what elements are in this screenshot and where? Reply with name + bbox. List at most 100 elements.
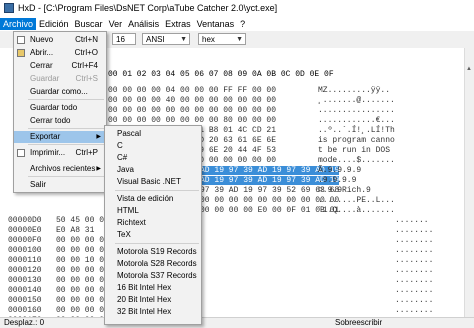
hex-row-bytes[interactable]: 00 00 00 00 00 00 00 00 80 00 00 00: [108, 116, 276, 125]
hex-row-offset: 00000D0: [8, 216, 42, 225]
menu-item-guardar[interactable]: Guardar Ctrl+S: [14, 73, 106, 85]
hex-row[interactable]: 0000110 00 00 10 00........: [0, 256, 465, 266]
hex-row[interactable]: 00000F0 00 00 00 00........: [0, 236, 465, 246]
menu-item-nuevo[interactable]: Nuevo Ctrl+N: [14, 34, 106, 46]
hex-row-bytes[interactable]: E0 A8 31: [56, 226, 94, 235]
hex-row-text[interactable]: ........: [395, 286, 433, 295]
menu-item-salir[interactable]: Salir: [14, 179, 106, 191]
hex-row-text[interactable]: MZ.........ÿÿ..: [318, 86, 390, 95]
hex-row-bytes[interactable]: 00 00 00 00 40 00 00 00 00 00 00 00: [108, 96, 276, 105]
hex-row-text[interactable]: ¸.......@.......: [318, 96, 395, 105]
hex-row-text[interactable]: ........: [395, 226, 433, 235]
hex-row-text[interactable]: ........: [395, 256, 433, 265]
hex-row-text[interactable]: ........: [395, 266, 433, 275]
hex-row-text[interactable]: ........: [395, 276, 433, 285]
hex-row-bytes[interactable]: 00 00 00 00: [56, 306, 109, 315]
hex-row[interactable]: 0000130 00 00 00 00........: [0, 276, 465, 286]
export-menu-item-label: Motorola S19 Records: [117, 247, 197, 256]
hex-row-text[interactable]: ........: [395, 236, 433, 245]
export-menu-item[interactable]: C: [105, 140, 201, 152]
export-menu-item[interactable]: Richtext: [105, 217, 201, 229]
export-menu-item[interactable]: Visual Basic .NET: [105, 176, 201, 188]
menu-item-label: Imprimir...: [30, 148, 66, 157]
hex-row[interactable]: 00000E0 E0 A8 31........: [0, 226, 465, 236]
offset-base-select[interactable]: hex ▼: [198, 33, 246, 45]
menu-item-label: Cerrar: [30, 61, 53, 70]
hex-row-bytes[interactable]: 00 00 10 00: [56, 256, 109, 265]
menu-item-label: Cerrar todo: [30, 116, 71, 125]
hex-row[interactable]: 0000150 00 00 00 00........: [0, 296, 465, 306]
hex-row[interactable]: 0000160 00 00 00 00........: [0, 306, 465, 316]
hex-row-text[interactable]: ............€...: [318, 116, 395, 125]
menu-item-guardar-como[interactable]: Guardar como...: [14, 86, 106, 98]
hex-row-text[interactable]: ........PE..L...: [318, 196, 395, 205]
menu-item-label: Exportar: [30, 132, 61, 141]
hex-row-text[interactable]: ........: [395, 246, 433, 255]
menu-item-archivos-recientes[interactable]: Archivos recientes ▶: [14, 163, 106, 175]
export-menu-item[interactable]: Motorola S37 Records: [105, 270, 201, 282]
bytes-per-row-select[interactable]: 16: [112, 33, 136, 45]
export-menu-item[interactable]: TeX: [105, 229, 201, 241]
hex-row-bytes[interactable]: 00 00 00 00: [56, 296, 109, 305]
hex-row-text[interactable]: Ã.­9­.9­.9­.9: [318, 166, 361, 175]
export-menu-item-label: Pascal: [117, 129, 142, 138]
hex-row-bytes[interactable]: 00 00 00 00: [56, 286, 109, 295]
menu-extras[interactable]: Extras: [162, 18, 194, 30]
menu-edicion[interactable]: Edición: [36, 18, 72, 30]
export-menu-item[interactable]: C#: [105, 152, 201, 164]
export-menu-item[interactable]: 20 Bit Intel Hex: [105, 294, 201, 306]
hex-row-bytes[interactable]: 00 00 00 00: [56, 236, 109, 245]
charset-select[interactable]: ANSI ▼: [142, 33, 190, 45]
hex-row-text[interactable]: ¨1.Q....à.......: [318, 206, 395, 215]
hex-row[interactable]: 00 00 00 00 E0 00 0F 01 0B 01 ¨1.Q....à..…: [0, 206, 465, 216]
scroll-up-icon[interactable]: ▲: [466, 66, 472, 72]
menu-ventanas[interactable]: Ventanas: [194, 18, 238, 30]
hex-row[interactable]: 0000140 00 00 00 00........: [0, 286, 465, 296]
hex-row-text[interactable]: mode....$.......: [318, 156, 395, 165]
hex-row[interactable]: 00000D0 50 45 00 00.......: [0, 216, 465, 226]
hex-row-text[interactable]: ..º..´.Í!¸.LÍ!Th: [318, 126, 395, 135]
hex-row-bytes[interactable]: 50 45 00 00: [56, 216, 109, 225]
hex-row-bytes[interactable]: 00 00 00 00: [56, 246, 109, 255]
menu-help[interactable]: ?: [237, 18, 248, 30]
export-menu-item[interactable]: 32 Bit Intel Hex: [105, 306, 201, 318]
menu-separator: [28, 128, 104, 129]
export-menu-item[interactable]: Vista de edición: [105, 193, 201, 205]
hex-row-text[interactable]: .......: [395, 216, 429, 225]
hex-row-text[interactable]: t be run in DOS: [318, 146, 395, 155]
hex-row-bytes[interactable]: 00 00 00 00: [56, 276, 109, 285]
hex-row-bytes[interactable]: 00 00 00 00: [56, 266, 109, 275]
hex-row-bytes[interactable]: 00 00 00 00 04 00 00 00 FF FF 00 00: [108, 86, 276, 95]
hex-row-text[interactable]: ........: [395, 306, 433, 315]
hex-row-text[interactable]: ­.9­.9­.9­.9: [318, 176, 356, 185]
menu-analisis[interactable]: Análisis: [125, 18, 162, 30]
vertical-scrollbar[interactable]: ▲: [464, 48, 474, 318]
hex-row[interactable]: 0000120 00 00 00 00........: [0, 266, 465, 276]
menu-item-guardar-todo[interactable]: Guardar todo: [14, 102, 106, 114]
hex-row-text[interactable]: ................: [318, 106, 395, 115]
menu-item-exportar[interactable]: Exportar ▶: [14, 131, 106, 143]
menu-item-imprimir[interactable]: Imprimir... Ctrl+P: [14, 147, 106, 159]
hex-row-bytes[interactable]: 00 00 00 00 00 00 00 00 00 00 00 00: [108, 106, 276, 115]
menu-item-cerrar[interactable]: Cerrar Ctrl+F4: [14, 60, 106, 72]
hex-row-text[interactable]: Þ.9­.9Rich­.9: [318, 186, 371, 195]
hex-row-text[interactable]: ........: [395, 296, 433, 305]
hex-row[interactable]: 00 00 00 00 00 00 00 00 00 00 ........PE.…: [0, 196, 465, 206]
hex-row-text[interactable]: is program canno: [318, 136, 395, 145]
menu-archivo[interactable]: Archivo: [0, 17, 37, 30]
menu-item-cerrar-todo[interactable]: Cerrar todo: [14, 115, 106, 127]
menu-item-abrir[interactable]: Abrir... Ctrl+O: [14, 47, 106, 59]
export-menu-item[interactable]: Motorola S28 Records: [105, 258, 201, 270]
menu-ver[interactable]: Ver: [106, 18, 126, 30]
export-menu-item[interactable]: HTML: [105, 205, 201, 217]
export-menu-item[interactable]: Motorola S19 Records: [105, 246, 201, 258]
hex-row-offset: 0000160: [8, 306, 42, 315]
menu-buscar[interactable]: Buscar: [72, 18, 106, 30]
export-menu-item-label: Java: [117, 165, 134, 174]
export-menu-item[interactable]: Pascal: [105, 128, 201, 140]
menu-item-label: Guardar todo: [30, 103, 78, 112]
export-menu-item[interactable]: Java: [105, 164, 201, 176]
menu-item-label: Salir: [30, 180, 47, 189]
export-menu-item[interactable]: 16 Bit Intel Hex: [105, 282, 201, 294]
hex-row[interactable]: 0000100 00 00 00 00........: [0, 246, 465, 256]
